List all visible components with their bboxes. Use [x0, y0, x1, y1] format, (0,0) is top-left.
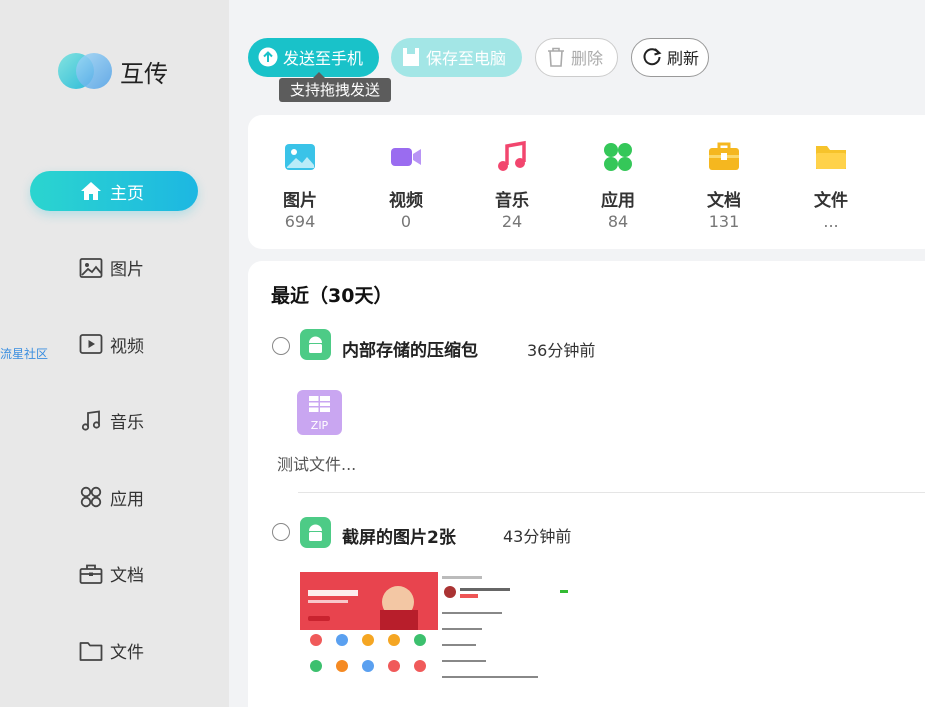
category-count: 131 — [708, 212, 740, 231]
recent-panel: 最近（30天） 内部存储的压缩包 36分钟前 ZIP 测试文件... 截屏的图片… — [248, 261, 925, 707]
delete-label: 删除 — [571, 49, 604, 68]
video-icon — [79, 334, 103, 355]
save-to-pc-button[interactable]: 保存至电脑 — [391, 37, 522, 77]
group-time: 43分钟前 — [503, 527, 572, 546]
sidebar-item-apps[interactable]: 应用 — [30, 477, 198, 517]
divider — [298, 492, 925, 493]
category-name: 文档 — [707, 191, 741, 211]
upload-icon — [258, 47, 278, 67]
video-icon — [391, 148, 421, 166]
group-select-radio[interactable] — [272, 337, 290, 355]
group-title: 截屏的图片2张 — [342, 528, 456, 548]
category-video[interactable]: 视频 0 — [376, 140, 436, 231]
category-name: 音乐 — [495, 191, 529, 211]
toolbar: 发送至手机 保存至电脑 删除 刷新 — [248, 37, 722, 77]
sidebar-nav: 主页 图片 视频 音乐 应用 文档 文件 — [30, 171, 198, 707]
category-count: 0 — [400, 212, 412, 231]
save-to-pc-label: 保存至电脑 — [426, 49, 507, 68]
sidebar-item-label: 主页 — [110, 183, 144, 204]
group-time: 36分钟前 — [527, 341, 596, 360]
sidebar-item-label: 文件 — [110, 643, 144, 664]
app-name: 互传 — [120, 59, 168, 88]
sidebar-item-label: 应用 — [110, 489, 144, 510]
drag-send-tooltip: 支持拖拽发送 — [279, 72, 392, 102]
category-apps[interactable]: 应用 84 — [588, 140, 648, 231]
screenshot-thumbnail[interactable] — [438, 572, 574, 689]
sidebar-item-label: 音乐 — [110, 413, 144, 434]
folder-icon — [816, 146, 846, 169]
category-name: 图片 — [283, 191, 317, 211]
android-icon — [300, 517, 331, 548]
category-count: ... — [823, 212, 839, 231]
sidebar-item-files[interactable]: 文件 — [30, 631, 198, 671]
refresh-button[interactable]: 刷新 — [631, 37, 709, 77]
home-icon — [81, 182, 101, 200]
sidebar-item-video[interactable]: 视频 — [30, 324, 198, 364]
image-icon — [285, 144, 315, 170]
sidebar: 互传 主页 图片 视频 音乐 应用 文档 文件 流星社区 — [0, 0, 229, 707]
apps-icon — [604, 143, 632, 171]
delete-button[interactable]: 删除 — [535, 37, 618, 77]
refresh-icon — [642, 47, 662, 67]
screenshot-thumbnail[interactable] — [300, 572, 438, 689]
category-images[interactable]: 图片 694 — [270, 140, 330, 231]
file-name: 测试文件... — [277, 455, 357, 474]
side-watermark-label: 流星社区 — [0, 347, 49, 361]
android-icon — [300, 329, 331, 360]
category-count: 24 — [501, 212, 523, 231]
category-files[interactable]: 文件 ... — [801, 140, 861, 231]
refresh-label: 刷新 — [667, 49, 700, 68]
send-to-phone-button[interactable]: 发送至手机 — [248, 37, 379, 77]
zip-file-icon[interactable]: ZIP — [297, 390, 342, 435]
category-name: 文件 — [814, 191, 848, 211]
image-icon — [79, 257, 103, 278]
briefcase-icon — [709, 142, 739, 170]
save-icon — [401, 47, 421, 67]
sidebar-item-label: 视频 — [110, 336, 144, 357]
sidebar-item-docs[interactable]: 文档 — [30, 554, 198, 594]
sidebar-item-label: 文档 — [110, 566, 144, 587]
send-to-phone-label: 发送至手机 — [283, 49, 364, 68]
svg-text:ZIP: ZIP — [311, 419, 329, 432]
music-icon — [81, 410, 101, 431]
briefcase-icon — [79, 564, 103, 584]
category-docs[interactable]: 文档 131 — [694, 140, 754, 231]
music-icon — [498, 140, 526, 171]
sidebar-item-home[interactable]: 主页 — [30, 171, 198, 211]
trash-icon — [546, 47, 566, 67]
recent-title: 最近（30天） — [271, 285, 393, 307]
sidebar-item-label: 图片 — [110, 260, 144, 281]
category-panel: 图片 694 视频 0 音乐 24 应用 84 文档 131 文件 ... — [248, 115, 925, 249]
category-count: 84 — [607, 212, 629, 231]
category-music[interactable]: 音乐 24 — [482, 140, 542, 231]
group-select-radio[interactable] — [272, 523, 290, 541]
category-name: 应用 — [601, 191, 635, 211]
sidebar-item-music[interactable]: 音乐 — [30, 401, 198, 441]
app-logo: 互传 — [58, 52, 168, 90]
apps-icon — [80, 487, 102, 508]
category-name: 视频 — [389, 191, 423, 211]
folder-icon — [79, 641, 103, 661]
logo-icon — [58, 52, 114, 90]
sidebar-item-images[interactable]: 图片 — [30, 248, 198, 288]
category-count: 694 — [284, 212, 316, 231]
group-title: 内部存储的压缩包 — [342, 341, 478, 361]
